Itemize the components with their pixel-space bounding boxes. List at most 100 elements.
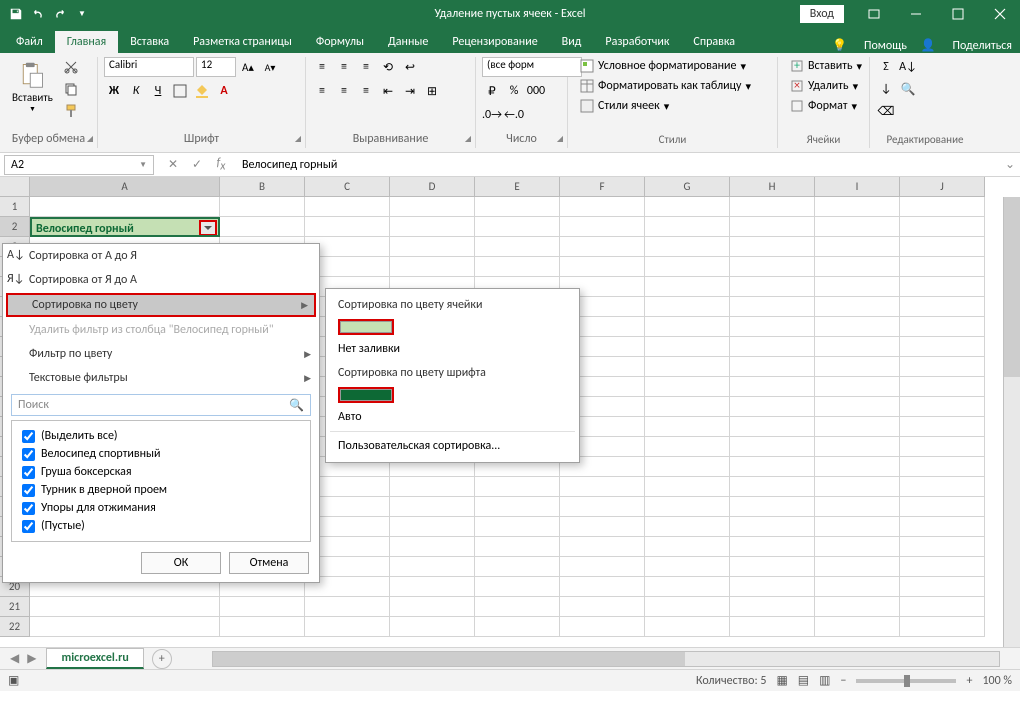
filter-search-input[interactable]: Поиск🔍 [11,394,311,416]
cell-J6[interactable] [900,297,985,317]
cell-B22[interactable] [220,617,305,637]
cell-G20[interactable] [645,577,730,597]
cell-F2[interactable] [560,217,645,237]
cell-J20[interactable] [900,577,985,597]
cell-D19[interactable] [390,557,475,577]
cell-B2[interactable] [220,217,305,237]
qat-dropdown-icon[interactable]: ▼ [72,4,92,24]
format-as-table-button[interactable]: Форматировать как таблицу ▾ [574,77,757,95]
align-right-icon[interactable]: ≡ [356,81,376,101]
cell-I18[interactable] [815,537,900,557]
record-macro-icon[interactable]: ▣ [8,673,19,688]
tab-data[interactable]: Данные [376,31,440,53]
cell-I16[interactable] [815,497,900,517]
cell-D21[interactable] [390,597,475,617]
italic-icon[interactable]: К [126,81,146,101]
add-sheet-button[interactable]: + [152,649,172,669]
cell-H15[interactable] [730,477,815,497]
cell-F21[interactable] [560,597,645,617]
delete-cells-button[interactable]: ×Удалить ▾ [784,77,864,95]
filter-ok-button[interactable]: ОК [141,552,221,574]
cell-J17[interactable] [900,517,985,537]
save-icon[interactable] [6,4,26,24]
col-header-J[interactable]: J [900,177,985,197]
signin-button[interactable]: Вход [800,5,844,23]
cell-H2[interactable] [730,217,815,237]
tab-formulas[interactable]: Формулы [304,31,376,53]
cell-H7[interactable] [730,317,815,337]
cell-J16[interactable] [900,497,985,517]
cell-H9[interactable] [730,357,815,377]
copy-icon[interactable] [61,79,81,99]
cell-D1[interactable] [390,197,475,217]
cell-H22[interactable] [730,617,815,637]
cell-J21[interactable] [900,597,985,617]
cell-C22[interactable] [305,617,390,637]
select-all-corner[interactable] [0,177,30,197]
col-header-H[interactable]: H [730,177,815,197]
bold-icon[interactable]: Ж [104,81,124,101]
align-top-icon[interactable]: ≡ [312,57,332,77]
cut-icon[interactable] [61,57,81,77]
cell-E4[interactable] [475,257,560,277]
custom-sort-item[interactable]: Пользовательская сортировка... [326,434,579,458]
cell-E2[interactable] [475,217,560,237]
cell-D16[interactable] [390,497,475,517]
col-header-B[interactable]: B [220,177,305,197]
tab-developer[interactable]: Разработчик [593,31,681,53]
check-blanks[interactable]: (Пустые) [22,517,300,535]
conditional-formatting-button[interactable]: Условное форматирование ▾ [574,57,752,75]
filter-by-color-item[interactable]: Фильтр по цвету▶ [3,342,319,366]
cell-H1[interactable] [730,197,815,217]
increase-decimal-icon[interactable]: .0→ [482,105,502,125]
tab-review[interactable]: Рецензирование [440,31,549,53]
cell-H16[interactable] [730,497,815,517]
formula-input[interactable] [236,155,1000,175]
cell-A22[interactable] [30,617,220,637]
cell-E22[interactable] [475,617,560,637]
increase-indent-icon[interactable]: ⇥ [400,81,420,101]
cell-G17[interactable] [645,517,730,537]
cell-G1[interactable] [645,197,730,217]
cell-F16[interactable] [560,497,645,517]
tab-view[interactable]: Вид [550,31,594,53]
col-header-F[interactable]: F [560,177,645,197]
cell-H19[interactable] [730,557,815,577]
cell-J22[interactable] [900,617,985,637]
align-center-icon[interactable]: ≡ [334,81,354,101]
filter-dropdown-icon[interactable] [199,220,217,236]
tab-file[interactable]: Файл [4,31,55,53]
insert-cells-button[interactable]: +Вставить ▾ [784,57,868,75]
autosum-icon[interactable]: Σ [876,57,896,77]
redo-icon[interactable] [50,4,70,24]
comma-icon[interactable]: 000 [526,81,546,101]
fill-color-icon[interactable] [192,81,212,101]
cell-G8[interactable] [645,337,730,357]
cell-H21[interactable] [730,597,815,617]
cell-G14[interactable] [645,457,730,477]
col-header-G[interactable]: G [645,177,730,197]
cell-I22[interactable] [815,617,900,637]
name-box[interactable]: A2▼ [4,155,154,175]
cell-G18[interactable] [645,537,730,557]
cell-G9[interactable] [645,357,730,377]
row-header-2[interactable]: 2 [0,217,30,237]
cell-H20[interactable] [730,577,815,597]
cell-J8[interactable] [900,337,985,357]
sort-by-color-item[interactable]: Сортировка по цвету▶ [6,293,316,317]
cell-E3[interactable] [475,237,560,257]
cell-D17[interactable] [390,517,475,537]
cell-F22[interactable] [560,617,645,637]
check-item-4[interactable]: Упоры для отжимания [22,499,300,517]
cell-E17[interactable] [475,517,560,537]
cell-I7[interactable] [815,317,900,337]
cell-G3[interactable] [645,237,730,257]
tab-help[interactable]: Справка [681,31,747,53]
cell-D22[interactable] [390,617,475,637]
cell-H8[interactable] [730,337,815,357]
zoom-out-icon[interactable]: − [840,674,846,688]
filter-cancel-button[interactable]: Отмена [229,552,309,574]
cell-I3[interactable] [815,237,900,257]
cell-J2[interactable] [900,217,985,237]
cell-A21[interactable] [30,597,220,617]
